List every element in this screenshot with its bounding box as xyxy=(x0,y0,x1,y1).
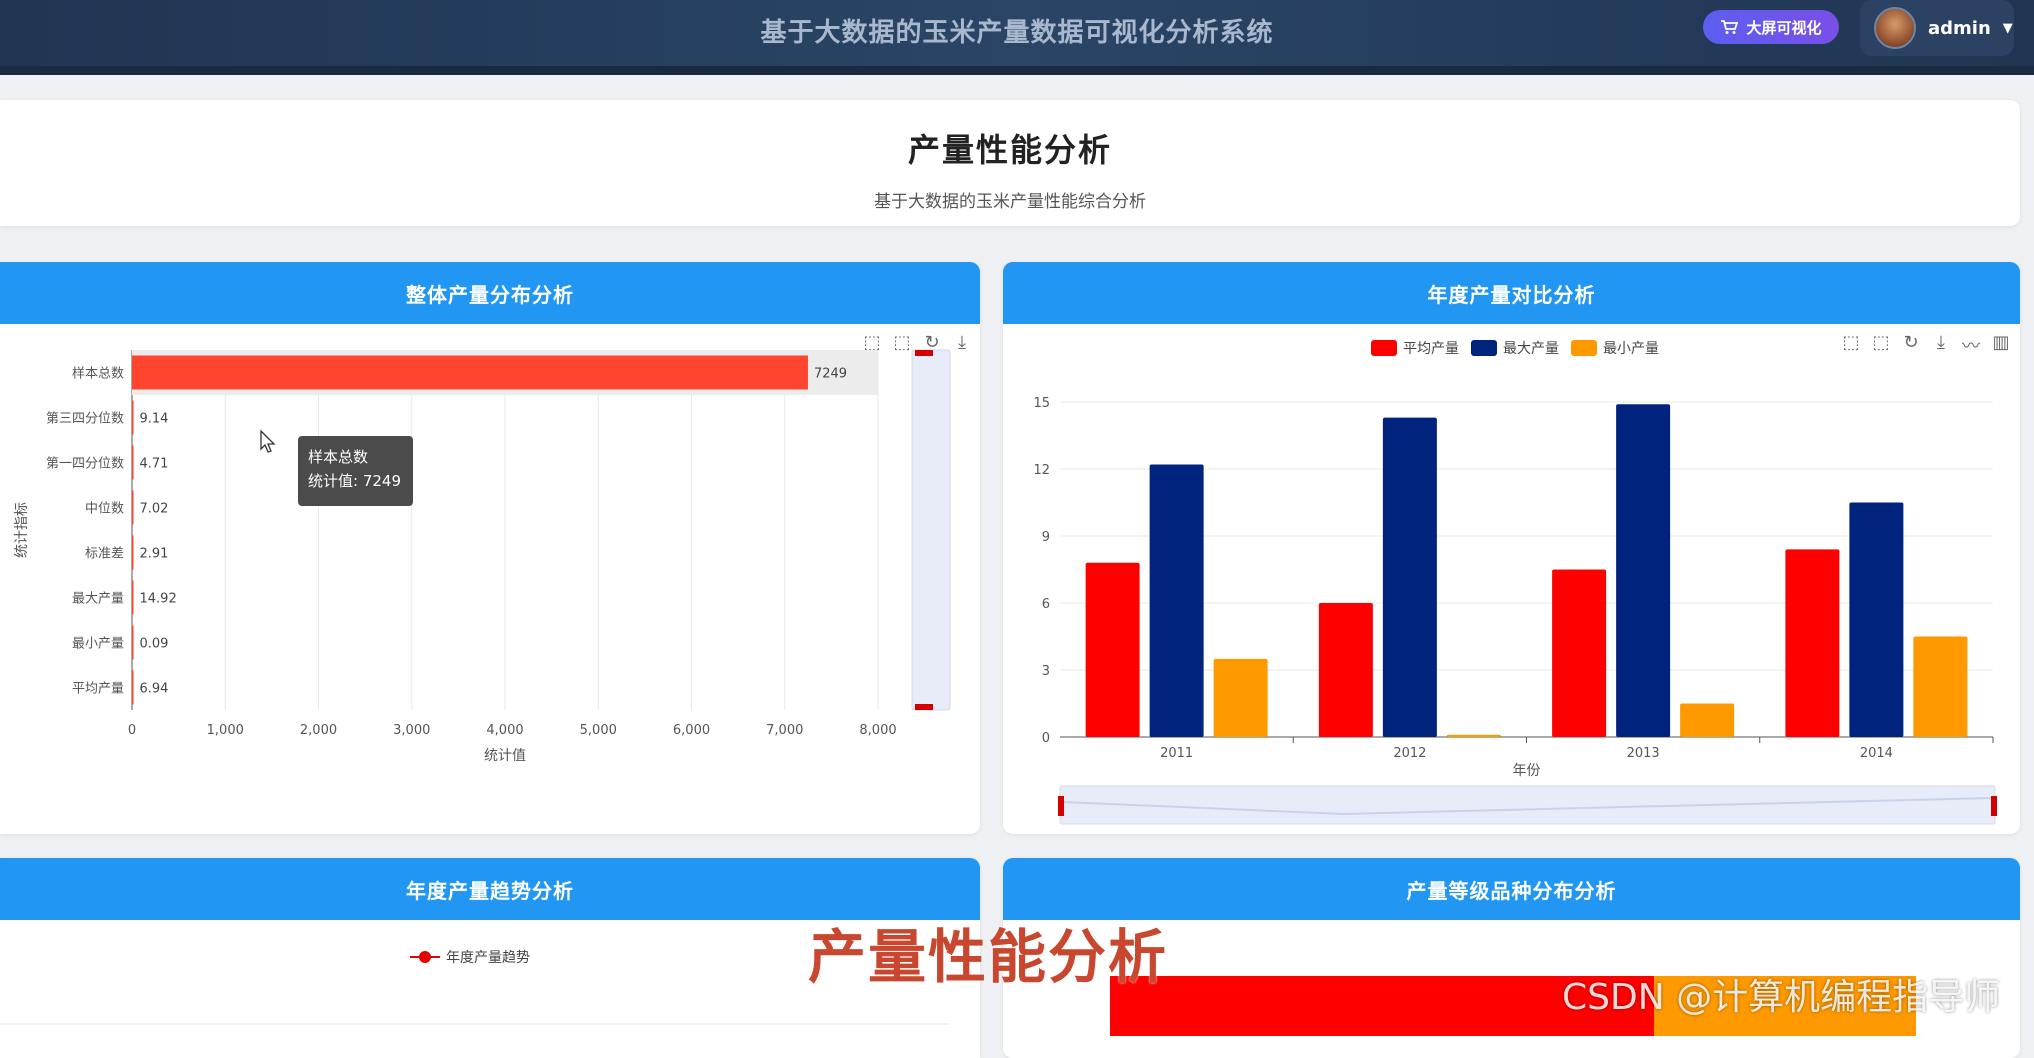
datazoom-handle-top xyxy=(915,350,933,356)
data-label: 2.91 xyxy=(140,547,169,562)
user-name: admin xyxy=(1928,17,1991,39)
top-bar: 基于大数据的玉米产量数据可视化分析系统 大屏可视化 admin ▼ xyxy=(0,0,2034,75)
chart-tooltip: 样本总数 统计值: 7249 xyxy=(298,436,413,506)
bar xyxy=(1149,464,1204,737)
bar xyxy=(1446,734,1501,737)
bar xyxy=(132,580,134,615)
y-tick-label: 样本总数 xyxy=(72,367,124,382)
bar xyxy=(1085,562,1140,737)
avatar xyxy=(1874,7,1916,49)
data-label: 14.92 xyxy=(140,592,177,607)
datazoom-track xyxy=(1059,785,1996,825)
bar xyxy=(1213,658,1268,737)
mouse-cursor-icon xyxy=(260,430,276,453)
bar xyxy=(132,625,134,660)
y-tick-label: 最小产量 xyxy=(72,637,124,652)
annual-comparison-chart: 平均产量 最大产量 最小产量 0 3 6 9 12 15 2011 2012 2013 2014 年份 xyxy=(1033,340,1997,825)
legend-label: 最大产量 xyxy=(1503,341,1559,357)
bar xyxy=(132,490,134,525)
monitor-cart-icon xyxy=(1721,20,1739,34)
bar xyxy=(1785,549,1840,737)
x-tick-label: 5,000 xyxy=(580,723,617,738)
y-tick-label: 中位数 xyxy=(85,502,124,517)
legend-label: 年度产量趋势 xyxy=(446,950,530,966)
x-tick-label: 1,000 xyxy=(207,723,244,738)
data-label: 6.94 xyxy=(140,682,169,697)
x-tick-label: 0 xyxy=(128,723,136,738)
bigscreen-label: 大屏可视化 xyxy=(1746,18,1822,37)
tooltip-title: 样本总数 xyxy=(308,448,369,466)
bar xyxy=(132,355,808,390)
page-header: 产量性能分析 基于大数据的玉米产量性能综合分析 xyxy=(0,100,2020,226)
x-axis-title: 年份 xyxy=(1513,763,1541,779)
data-label: 4.71 xyxy=(140,457,169,472)
x-tick-label: 2011 xyxy=(1160,746,1193,761)
watermark: CSDN @计算机编程指导师 xyxy=(1562,977,2001,1018)
datazoom-handle-bottom xyxy=(915,704,933,710)
bar xyxy=(1552,569,1607,737)
user-menu[interactable]: admin ▼ xyxy=(1860,0,2014,56)
data-label: 0.09 xyxy=(140,637,169,652)
legend-label: 平均产量 xyxy=(1403,341,1459,357)
y-axis-title: 统计指标 xyxy=(14,502,30,558)
page-title: 产量性能分析 xyxy=(907,131,1112,169)
x-tick-label: 2,000 xyxy=(300,723,337,738)
bigscreen-button[interactable]: 大屏可视化 xyxy=(1703,10,1839,44)
legend-swatch xyxy=(1571,340,1597,356)
page-subtitle: 基于大数据的玉米产量性能综合分析 xyxy=(874,192,1146,212)
x-tick-label: 4,000 xyxy=(486,723,523,738)
panel-annual-comparison: 年度产量对比分析 ⬚ ⬚ ↻ ⤓ 〰 ▥ 平均产量 最大产量 最小产量 0 3 6 9 12 1… xyxy=(1003,262,2020,834)
x-tick-label: 2014 xyxy=(1860,746,1893,761)
y-tick-label: 12 xyxy=(1033,463,1050,478)
legend-marker xyxy=(419,951,431,963)
y-tick-label: 3 xyxy=(1042,664,1050,679)
y-tick-label: 第三四分位数 xyxy=(46,412,124,427)
x-tick-label: 8,000 xyxy=(859,723,896,738)
legend-swatch xyxy=(1471,340,1497,356)
bar xyxy=(1318,603,1373,737)
x-tick-label: 3,000 xyxy=(393,723,430,738)
panel-title: 整体产量分布分析 xyxy=(0,262,980,324)
bar xyxy=(132,535,134,570)
legend-swatch xyxy=(1371,340,1397,356)
bar xyxy=(1913,636,1968,737)
x-tick-label: 7,000 xyxy=(766,723,803,738)
x-tick-label: 6,000 xyxy=(673,723,710,738)
chevron-down-icon: ▼ xyxy=(2002,20,2013,36)
x-tick-label: 2012 xyxy=(1393,746,1426,761)
y-tick-label: 9 xyxy=(1042,530,1050,545)
y-tick-label: 标准差 xyxy=(85,547,124,562)
datazoom-handle-right xyxy=(1991,796,1997,816)
tooltip-value: 统计值: 7249 xyxy=(308,472,401,490)
datazoom-track xyxy=(911,349,951,711)
bar xyxy=(132,670,134,705)
bar xyxy=(132,445,134,480)
overall-distribution-chart: 0 1,000 2,000 3,000 4,000 5,000 6,000 7,000 8,00… xyxy=(14,349,951,764)
y-tick-label: 0 xyxy=(1042,731,1050,746)
y-tick-label: 6 xyxy=(1042,597,1050,612)
data-label: 9.14 xyxy=(140,412,169,427)
bar xyxy=(1382,417,1437,737)
data-label: 7.02 xyxy=(140,502,169,517)
y-tick-label: 第一四分位数 xyxy=(46,457,124,472)
bar xyxy=(1680,703,1735,737)
y-tick-label: 平均产量 xyxy=(72,682,124,697)
video-caption: 产量性能分析 xyxy=(808,923,1169,991)
x-axis-title: 统计值 xyxy=(484,748,526,764)
panel-title: 年度产量对比分析 xyxy=(1003,262,2020,324)
y-tick-label: 15 xyxy=(1033,396,1050,411)
bar xyxy=(1849,502,1904,737)
y-tick-label: 最大产量 xyxy=(72,592,124,607)
legend-label: 最小产量 xyxy=(1603,341,1659,357)
bar xyxy=(132,400,134,435)
x-tick-label: 2013 xyxy=(1627,746,1660,761)
datazoom-handle-left xyxy=(1058,796,1064,816)
data-label: 7249 xyxy=(814,367,847,382)
bar xyxy=(1616,404,1671,737)
panel-overall-distribution: 整体产量分布分析 ⬚ ⬚ ↻ ⤓ 0 1,000 2,000 3,000 4,000 5,… xyxy=(0,262,980,834)
